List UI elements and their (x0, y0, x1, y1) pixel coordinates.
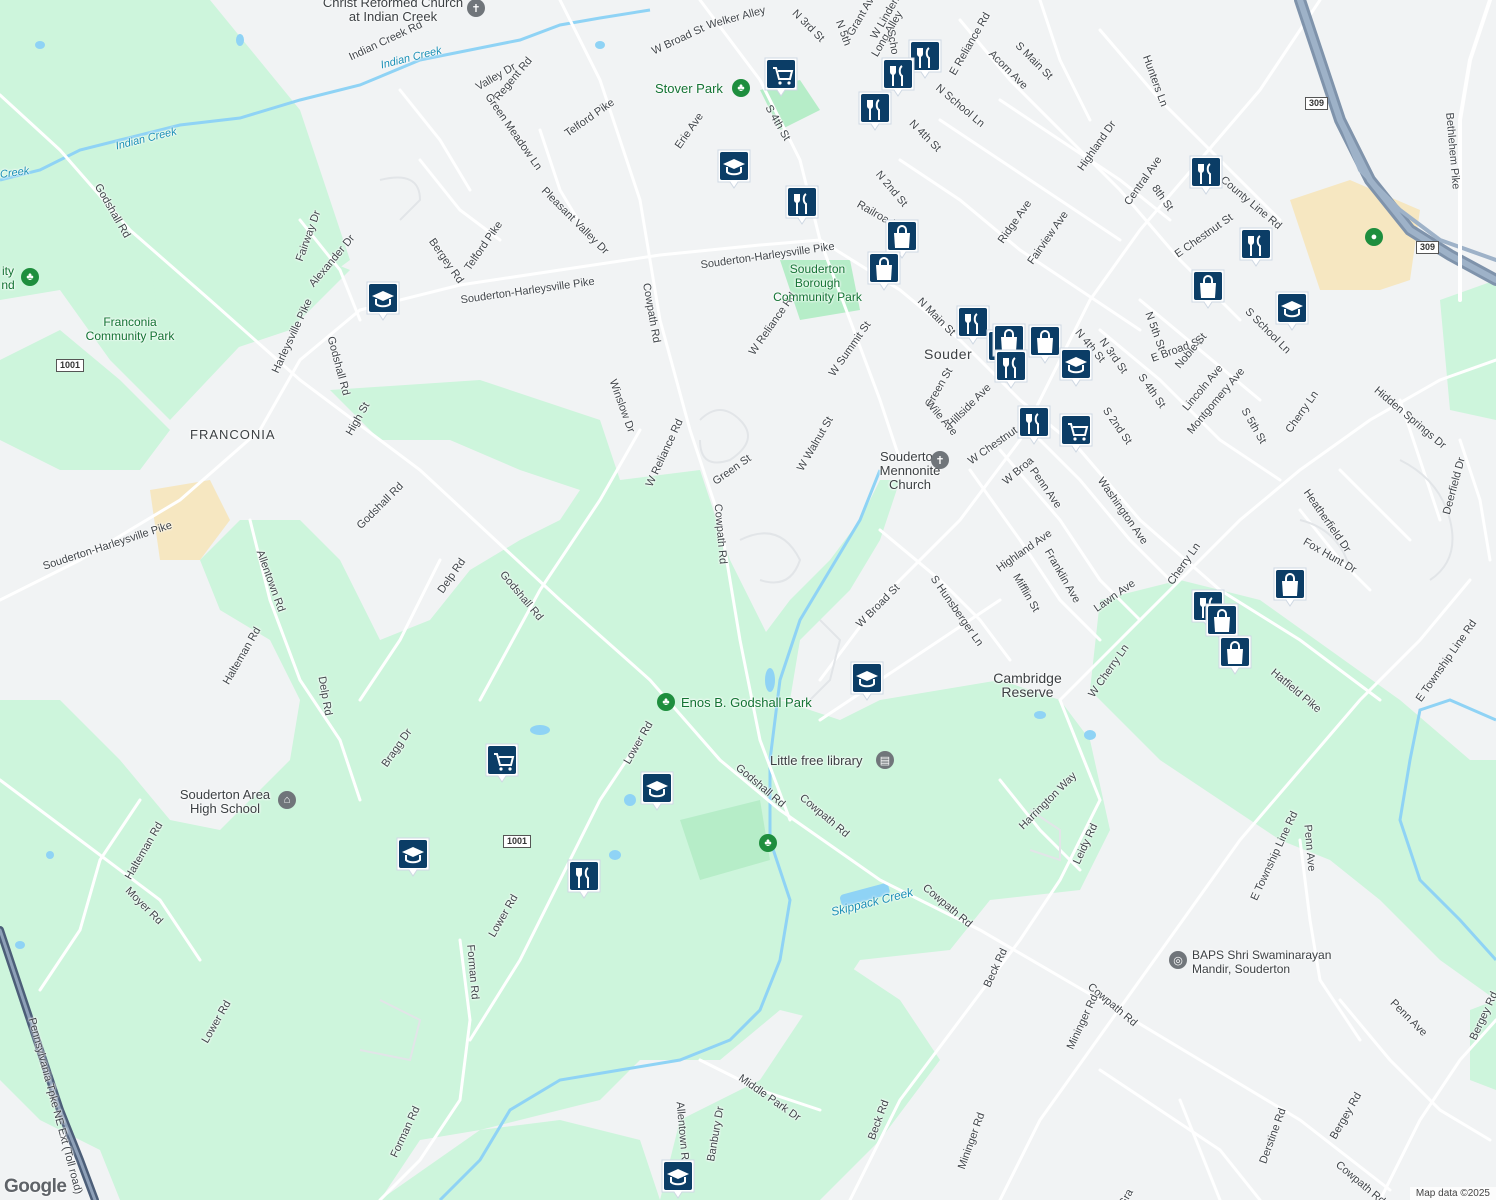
school-icon[interactable] (716, 148, 752, 190)
temple-icon[interactable]: ◎ (1169, 951, 1187, 969)
library-icon[interactable]: ▤ (876, 751, 894, 769)
restaurant-icon[interactable] (1016, 404, 1052, 446)
school-icon[interactable] (395, 836, 431, 878)
restaurant-icon[interactable] (566, 858, 602, 900)
map-attribution[interactable]: Map data ©2025 (1409, 1187, 1496, 1200)
shopping-cart-icon[interactable] (484, 742, 520, 784)
park-icon[interactable]: ♣ (21, 268, 39, 286)
school-icon[interactable] (639, 770, 675, 812)
route-shield: 1001 (56, 359, 85, 372)
school-icon[interactable]: ⌂ (278, 791, 296, 809)
school-icon[interactable] (849, 660, 885, 702)
restaurant-icon[interactable] (784, 184, 820, 226)
restaurant-icon[interactable] (880, 56, 916, 98)
shopping-bag-icon[interactable] (1190, 268, 1226, 310)
restaurant-icon[interactable] (1238, 226, 1274, 268)
route-shield: 309 (1305, 97, 1329, 110)
school-icon[interactable] (1274, 290, 1310, 332)
church-icon[interactable]: ✝ (931, 451, 949, 469)
school-icon[interactable] (1058, 346, 1094, 388)
shopping-cart-icon[interactable] (763, 56, 799, 98)
green-place-icon[interactable]: ● (1365, 228, 1383, 246)
school-icon[interactable] (660, 1158, 696, 1200)
shopping-bag-icon[interactable] (866, 250, 902, 292)
route-shield: 309 (1416, 241, 1440, 254)
school-icon[interactable] (365, 280, 401, 322)
park-icon[interactable]: ♣ (657, 693, 675, 711)
shopping-bag-icon[interactable] (1217, 634, 1253, 676)
shopping-cart-icon[interactable] (1058, 412, 1094, 454)
park-icon[interactable]: ♣ (759, 834, 777, 852)
restaurant-icon[interactable] (1188, 154, 1224, 196)
restaurant-icon[interactable] (993, 348, 1029, 390)
map-canvas[interactable]: 1001 1001 309 309 Indian Creek Rd Welker … (0, 0, 1496, 1200)
route-shield: 1001 (503, 835, 532, 848)
shopping-bag-icon[interactable] (1272, 566, 1308, 608)
google-logo: Google (4, 1176, 67, 1197)
park-icon[interactable]: ♣ (732, 79, 750, 97)
